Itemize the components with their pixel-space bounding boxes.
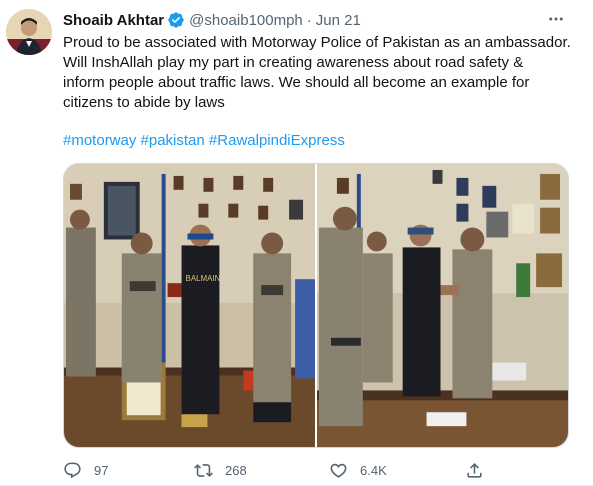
more-options-icon[interactable] [545,8,567,30]
tweet-text-line: Proud to be associated with Motorway Pol… [63,34,571,51]
reply-button[interactable]: 97 [62,455,108,485]
retweet-button[interactable]: 268 [193,455,247,485]
hashtag-link[interactable]: #motorway [63,132,136,149]
author-handle[interactable]: @shoaib100mph [189,12,303,29]
tweet-text-line: citizens to abide by laws [63,94,225,111]
share-icon [464,460,484,480]
tweet-header: Shoaib Akhtar @shoaib100mph · Jun 21 [63,10,361,30]
verified-badge-icon [167,11,185,29]
tweet-text-line: Will InshAllah play my part in creating … [63,54,524,71]
retweet-icon [193,460,213,480]
tweet-date[interactable]: Jun 21 [316,12,361,29]
like-icon [328,460,348,480]
like-button[interactable]: 6.4K [328,455,387,485]
retweet-count: 268 [225,462,247,478]
share-button[interactable] [464,455,484,485]
tweet-actions: 97 268 6.4K [58,455,488,485]
author-name[interactable]: Shoaib Akhtar [63,12,164,29]
tweet-text: Proud to be associated with Motorway Pol… [63,33,585,113]
shirt-print-text: BALMAIN [186,274,221,283]
photo-1[interactable]: BALMAIN [64,164,315,447]
like-count: 6.4K [360,462,387,478]
reply-count: 97 [94,462,109,478]
photo-2[interactable] [317,164,568,447]
reply-icon [62,460,82,480]
media-grid: BALMAIN [63,163,569,448]
tweet-text-line: inform people about traffic laws. We sho… [63,74,530,91]
hashtag-link[interactable]: #pakistan [141,132,205,149]
hashtag-link[interactable]: #RawalpindiExpress [209,132,345,149]
avatar[interactable] [6,9,52,55]
hashtag-list: #motorway #pakistan #RawalpindiExpress [63,131,345,151]
separator-dot: · [306,11,312,29]
tweet-card[interactable]: Shoaib Akhtar @shoaib100mph · Jun 21 Pro… [0,0,593,486]
